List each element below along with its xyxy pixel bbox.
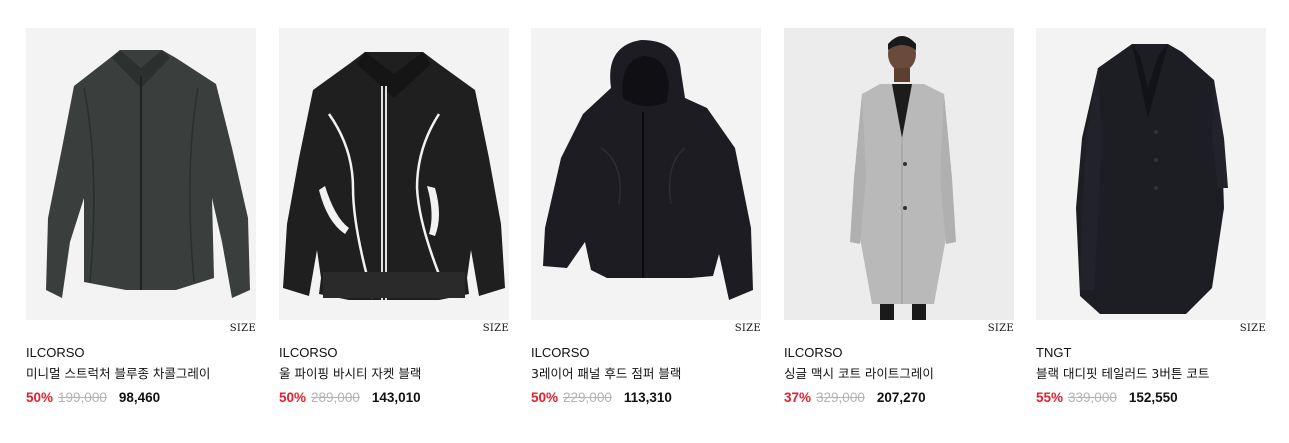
original-price: 329,000 bbox=[816, 390, 865, 405]
size-guide-link[interactable]: SIZE bbox=[279, 322, 509, 335]
price-row: 55% 339,000 152,550 bbox=[1036, 390, 1266, 406]
product-card[interactable]: SIZE ILCORSO 싱글 맥시 코트 라이트그레이 37% 329,000 2… bbox=[784, 28, 1014, 406]
product-image-varsity-jacket[interactable] bbox=[279, 28, 509, 320]
product-brand[interactable]: ILCORSO bbox=[279, 345, 509, 361]
jacket-illustration bbox=[543, 40, 753, 300]
product-name[interactable]: 울 파이핑 바시티 자켓 블랙 bbox=[279, 366, 509, 382]
product-name[interactable]: 블랙 대디핏 테일러드 3버튼 코트 bbox=[1036, 366, 1266, 382]
product-card[interactable]: SIZE ILCORSO 미니멀 스트럭처 블루종 차콜그레이 50% 199,0… bbox=[26, 28, 256, 406]
discount-rate: 50% bbox=[26, 390, 54, 405]
price-row: 50% 289,000 143,010 bbox=[279, 390, 509, 406]
sale-price: 113,310 bbox=[623, 390, 672, 405]
product-name[interactable]: 3레이어 패널 후드 점퍼 블랙 bbox=[531, 366, 761, 382]
product-image-maxi-coat[interactable] bbox=[784, 28, 1014, 320]
sale-price: 143,010 bbox=[371, 390, 421, 405]
product-grid: SIZE ILCORSO 미니멀 스트럭처 블루종 차콜그레이 50% 199,0… bbox=[0, 0, 1289, 443]
product-brand[interactable]: ILCORSO bbox=[784, 345, 1014, 361]
size-guide-link[interactable]: SIZE bbox=[1036, 322, 1266, 335]
product-brand[interactable]: ILCORSO bbox=[531, 345, 761, 361]
product-image-charcoal-blouson[interactable] bbox=[26, 28, 256, 320]
discount-rate: 50% bbox=[531, 390, 559, 405]
discount-rate: 37% bbox=[784, 390, 812, 405]
jacket-illustration bbox=[283, 52, 505, 300]
product-card[interactable]: SIZE TNGT 블랙 대디핏 테일러드 3버튼 코트 55% 339,000 1… bbox=[1036, 28, 1266, 406]
size-guide-link[interactable]: SIZE bbox=[26, 322, 256, 335]
sale-price: 98,460 bbox=[118, 390, 161, 405]
original-price: 229,000 bbox=[563, 390, 612, 405]
sale-price: 207,270 bbox=[876, 390, 926, 405]
price-row: 50% 229,000 113,310 bbox=[531, 390, 761, 406]
product-card[interactable]: SIZE ILCORSO 3레이어 패널 후드 점퍼 블랙 50% 229,000… bbox=[531, 28, 761, 406]
jacket-illustration bbox=[46, 50, 250, 298]
original-price: 199,000 bbox=[58, 390, 107, 405]
discount-rate: 50% bbox=[279, 390, 307, 405]
size-guide-link[interactable]: SIZE bbox=[531, 322, 761, 335]
product-image-hooded-jumper[interactable] bbox=[531, 28, 761, 320]
product-brand[interactable]: ILCORSO bbox=[26, 345, 256, 361]
model-coat-illustration bbox=[850, 36, 956, 320]
coat-illustration bbox=[1076, 44, 1228, 314]
product-brand[interactable]: TNGT bbox=[1036, 345, 1266, 361]
size-guide-link[interactable]: SIZE bbox=[784, 322, 1014, 335]
price-row: 50% 199,000 98,460 bbox=[26, 390, 256, 406]
discount-rate: 55% bbox=[1036, 390, 1064, 405]
product-image-tailored-coat[interactable] bbox=[1036, 28, 1266, 320]
original-price: 339,000 bbox=[1068, 390, 1117, 405]
sale-price: 152,550 bbox=[1128, 390, 1178, 405]
original-price: 289,000 bbox=[311, 390, 360, 405]
price-row: 37% 329,000 207,270 bbox=[784, 390, 1014, 406]
product-name[interactable]: 싱글 맥시 코트 라이트그레이 bbox=[784, 366, 1014, 382]
product-card[interactable]: SIZE ILCORSO 울 파이핑 바시티 자켓 블랙 50% 289,000 1… bbox=[279, 28, 509, 406]
product-name[interactable]: 미니멀 스트럭처 블루종 차콜그레이 bbox=[26, 366, 256, 382]
